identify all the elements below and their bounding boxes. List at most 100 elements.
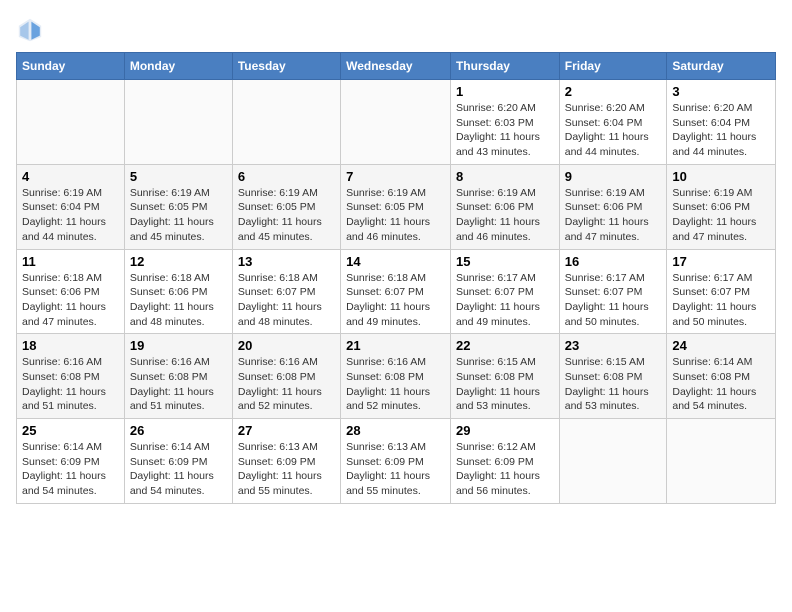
calendar-cell: 16 Sunrise: 6:17 AM Sunset: 6:07 PM Dayli… bbox=[559, 249, 667, 334]
day-number: 17 bbox=[672, 254, 770, 269]
day-number: 20 bbox=[238, 338, 335, 353]
header bbox=[16, 16, 776, 44]
day-info: Sunrise: 6:20 AM Sunset: 6:03 PM Dayligh… bbox=[456, 101, 554, 160]
calendar-cell: 5 Sunrise: 6:19 AM Sunset: 6:05 PM Daylig… bbox=[124, 164, 232, 249]
day-info: Sunrise: 6:17 AM Sunset: 6:07 PM Dayligh… bbox=[456, 271, 554, 330]
day-number: 1 bbox=[456, 84, 554, 99]
calendar-cell: 23 Sunrise: 6:15 AM Sunset: 6:08 PM Dayli… bbox=[559, 334, 667, 419]
day-info: Sunrise: 6:19 AM Sunset: 6:05 PM Dayligh… bbox=[238, 186, 335, 245]
day-header-saturday: Saturday bbox=[667, 53, 776, 80]
calendar-cell: 24 Sunrise: 6:14 AM Sunset: 6:08 PM Dayli… bbox=[667, 334, 776, 419]
calendar-cell: 25Sunrise: 6:14 AM Sunset: 6:09 PM Dayli… bbox=[17, 419, 125, 504]
day-info: Sunrise: 6:13 AM Sunset: 6:09 PM Dayligh… bbox=[238, 440, 335, 499]
day-number: 10 bbox=[672, 169, 770, 184]
day-number: 12 bbox=[130, 254, 227, 269]
day-number: 3 bbox=[672, 84, 770, 99]
day-info: Sunrise: 6:17 AM Sunset: 6:07 PM Dayligh… bbox=[565, 271, 662, 330]
week-row-2: 11 Sunrise: 6:18 AM Sunset: 6:06 PM Dayli… bbox=[17, 249, 776, 334]
calendar-cell bbox=[341, 80, 451, 165]
calendar-cell: 12 Sunrise: 6:18 AM Sunset: 6:06 PM Dayli… bbox=[124, 249, 232, 334]
day-info: Sunrise: 6:19 AM Sunset: 6:06 PM Dayligh… bbox=[565, 186, 662, 245]
day-number: 28 bbox=[346, 423, 445, 438]
calendar-cell: 11 Sunrise: 6:18 AM Sunset: 6:06 PM Dayli… bbox=[17, 249, 125, 334]
day-info: Sunrise: 6:14 AM Sunset: 6:09 PM Dayligh… bbox=[22, 440, 119, 499]
calendar-cell bbox=[559, 419, 667, 504]
calendar-cell bbox=[124, 80, 232, 165]
calendar-cell: 3 Sunrise: 6:20 AM Sunset: 6:04 PM Daylig… bbox=[667, 80, 776, 165]
calendar-cell: 4 Sunrise: 6:19 AM Sunset: 6:04 PM Daylig… bbox=[17, 164, 125, 249]
day-number: 9 bbox=[565, 169, 662, 184]
day-number: 15 bbox=[456, 254, 554, 269]
day-number: 24 bbox=[672, 338, 770, 353]
day-number: 14 bbox=[346, 254, 445, 269]
day-info: Sunrise: 6:12 AM Sunset: 6:09 PM Dayligh… bbox=[456, 440, 554, 499]
day-info: Sunrise: 6:17 AM Sunset: 6:07 PM Dayligh… bbox=[672, 271, 770, 330]
day-info: Sunrise: 6:18 AM Sunset: 6:07 PM Dayligh… bbox=[346, 271, 445, 330]
calendar-cell: 22 Sunrise: 6:15 AM Sunset: 6:08 PM Dayli… bbox=[450, 334, 559, 419]
calendar-cell: 13 Sunrise: 6:18 AM Sunset: 6:07 PM Dayli… bbox=[232, 249, 340, 334]
calendar-cell: 27 Sunrise: 6:13 AM Sunset: 6:09 PM Dayli… bbox=[232, 419, 340, 504]
day-number: 13 bbox=[238, 254, 335, 269]
day-number: 21 bbox=[346, 338, 445, 353]
day-info: Sunrise: 6:16 AM Sunset: 6:08 PM Dayligh… bbox=[238, 355, 335, 414]
calendar-cell: 6 Sunrise: 6:19 AM Sunset: 6:05 PM Daylig… bbox=[232, 164, 340, 249]
day-info: Sunrise: 6:19 AM Sunset: 6:06 PM Dayligh… bbox=[672, 186, 770, 245]
day-number: 22 bbox=[456, 338, 554, 353]
day-info: Sunrise: 6:19 AM Sunset: 6:06 PM Dayligh… bbox=[456, 186, 554, 245]
calendar-cell: 28 Sunrise: 6:13 AM Sunset: 6:09 PM Dayli… bbox=[341, 419, 451, 504]
day-number: 29 bbox=[456, 423, 554, 438]
day-header-tuesday: Tuesday bbox=[232, 53, 340, 80]
logo-icon bbox=[16, 16, 44, 44]
calendar-body: 1 Sunrise: 6:20 AM Sunset: 6:03 PM Daylig… bbox=[17, 80, 776, 504]
day-number: 5 bbox=[130, 169, 227, 184]
calendar-cell: 18 Sunrise: 6:16 AM Sunset: 6:08 PM Dayli… bbox=[17, 334, 125, 419]
day-number: 6 bbox=[238, 169, 335, 184]
day-number: 2 bbox=[565, 84, 662, 99]
day-number: 18 bbox=[22, 338, 119, 353]
calendar-cell bbox=[232, 80, 340, 165]
calendar-cell: 2 Sunrise: 6:20 AM Sunset: 6:04 PM Daylig… bbox=[559, 80, 667, 165]
week-row-4: 25Sunrise: 6:14 AM Sunset: 6:09 PM Dayli… bbox=[17, 419, 776, 504]
calendar-cell: 20 Sunrise: 6:16 AM Sunset: 6:08 PM Dayli… bbox=[232, 334, 340, 419]
calendar-cell: 14 Sunrise: 6:18 AM Sunset: 6:07 PM Dayli… bbox=[341, 249, 451, 334]
calendar-header-row: SundayMondayTuesdayWednesdayThursdayFrid… bbox=[17, 53, 776, 80]
day-header-monday: Monday bbox=[124, 53, 232, 80]
calendar-cell: 7 Sunrise: 6:19 AM Sunset: 6:05 PM Daylig… bbox=[341, 164, 451, 249]
calendar-cell: 17 Sunrise: 6:17 AM Sunset: 6:07 PM Dayli… bbox=[667, 249, 776, 334]
day-number: 19 bbox=[130, 338, 227, 353]
calendar-cell: 19Sunrise: 6:16 AM Sunset: 6:08 PM Dayli… bbox=[124, 334, 232, 419]
day-info: Sunrise: 6:19 AM Sunset: 6:04 PM Dayligh… bbox=[22, 186, 119, 245]
day-number: 7 bbox=[346, 169, 445, 184]
calendar-cell: 15 Sunrise: 6:17 AM Sunset: 6:07 PM Dayli… bbox=[450, 249, 559, 334]
day-number: 16 bbox=[565, 254, 662, 269]
day-number: 4 bbox=[22, 169, 119, 184]
calendar-cell: 21 Sunrise: 6:16 AM Sunset: 6:08 PM Dayli… bbox=[341, 334, 451, 419]
day-info: Sunrise: 6:18 AM Sunset: 6:06 PM Dayligh… bbox=[130, 271, 227, 330]
day-info: Sunrise: 6:20 AM Sunset: 6:04 PM Dayligh… bbox=[672, 101, 770, 160]
day-header-thursday: Thursday bbox=[450, 53, 559, 80]
calendar-cell bbox=[17, 80, 125, 165]
day-info: Sunrise: 6:19 AM Sunset: 6:05 PM Dayligh… bbox=[130, 186, 227, 245]
day-info: Sunrise: 6:15 AM Sunset: 6:08 PM Dayligh… bbox=[565, 355, 662, 414]
day-info: Sunrise: 6:14 AM Sunset: 6:09 PM Dayligh… bbox=[130, 440, 227, 499]
week-row-3: 18 Sunrise: 6:16 AM Sunset: 6:08 PM Dayli… bbox=[17, 334, 776, 419]
day-number: 27 bbox=[238, 423, 335, 438]
day-info: Sunrise: 6:18 AM Sunset: 6:07 PM Dayligh… bbox=[238, 271, 335, 330]
day-info: Sunrise: 6:14 AM Sunset: 6:08 PM Dayligh… bbox=[672, 355, 770, 414]
calendar-cell: 8 Sunrise: 6:19 AM Sunset: 6:06 PM Daylig… bbox=[450, 164, 559, 249]
day-info: Sunrise: 6:16 AM Sunset: 6:08 PM Dayligh… bbox=[22, 355, 119, 414]
day-number: 11 bbox=[22, 254, 119, 269]
day-info: Sunrise: 6:16 AM Sunset: 6:08 PM Dayligh… bbox=[346, 355, 445, 414]
day-info: Sunrise: 6:19 AM Sunset: 6:05 PM Dayligh… bbox=[346, 186, 445, 245]
day-number: 8 bbox=[456, 169, 554, 184]
calendar-cell: 26Sunrise: 6:14 AM Sunset: 6:09 PM Dayli… bbox=[124, 419, 232, 504]
day-info: Sunrise: 6:15 AM Sunset: 6:08 PM Dayligh… bbox=[456, 355, 554, 414]
calendar-cell: 10 Sunrise: 6:19 AM Sunset: 6:06 PM Dayli… bbox=[667, 164, 776, 249]
day-header-friday: Friday bbox=[559, 53, 667, 80]
calendar-cell: 29 Sunrise: 6:12 AM Sunset: 6:09 PM Dayli… bbox=[450, 419, 559, 504]
day-info: Sunrise: 6:13 AM Sunset: 6:09 PM Dayligh… bbox=[346, 440, 445, 499]
day-number: 23 bbox=[565, 338, 662, 353]
day-info: Sunrise: 6:18 AM Sunset: 6:06 PM Dayligh… bbox=[22, 271, 119, 330]
week-row-1: 4 Sunrise: 6:19 AM Sunset: 6:04 PM Daylig… bbox=[17, 164, 776, 249]
day-info: Sunrise: 6:20 AM Sunset: 6:04 PM Dayligh… bbox=[565, 101, 662, 160]
